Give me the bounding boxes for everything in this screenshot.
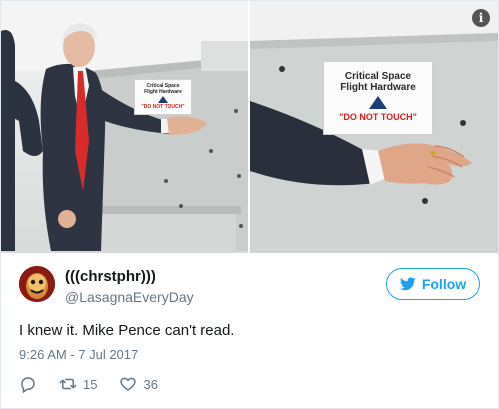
sign-left-line2: Flight Hardware [144, 89, 182, 95]
photo-left-scene [1, 1, 248, 253]
retweet-icon [59, 378, 77, 390]
reply-icon [21, 377, 35, 393]
tweet-text: I knew it. Mike Pence can't read. [19, 322, 235, 339]
follow-label: Follow [421, 276, 467, 292]
heart-icon [120, 377, 137, 391]
like-count: 36 [143, 376, 158, 392]
user-names: (((chrstphr))) @LasagnaEveryDay [65, 267, 194, 306]
do-not-touch-sign-right: Critical Space Flight Hardware "DO NOT T… [323, 61, 433, 135]
tweet-timestamp[interactable]: 9:26 AM - 7 Jul 2017 [19, 347, 138, 363]
media-photo-left[interactable]: Critical Space Flight Hardware "DO NOT T… [1, 1, 248, 253]
avatar[interactable] [19, 266, 55, 302]
follow-button[interactable]: Follow [386, 268, 480, 300]
nasa-triangle-icon [158, 96, 168, 103]
retweet-count: 15 [83, 376, 98, 392]
display-name[interactable]: (((chrstphr))) [65, 267, 194, 286]
media-photo-right[interactable]: Critical Space Flight Hardware "DO NOT T… [250, 1, 498, 253]
sign-right-warning: "DO NOT TOUCH" [339, 112, 417, 122]
avatar-image [19, 266, 55, 302]
info-icon[interactable]: i [472, 9, 490, 27]
twitter-bird-icon [399, 277, 416, 291]
tweet-header: (((chrstphr))) @LasagnaEveryDay Follow [19, 266, 482, 310]
sign-right-line2: Flight Hardware [340, 82, 416, 93]
nasa-triangle-icon [369, 96, 387, 109]
sign-left-warning: "DO NOT TOUCH" [141, 104, 185, 110]
tweet-actions: 15 36 [19, 373, 180, 395]
tweet-media[interactable]: Critical Space Flight Hardware "DO NOT T… [1, 1, 498, 253]
user-handle[interactable]: @LasagnaEveryDay [65, 288, 194, 306]
retweet-button[interactable]: 15 [59, 375, 97, 393]
like-button[interactable]: 36 [119, 375, 158, 393]
sign-right-line1: Critical Space [344, 71, 412, 82]
do-not-touch-sign-left: Critical Space Flight Hardware "DO NOT T… [134, 79, 192, 115]
reply-button[interactable] [19, 375, 37, 393]
tweet-card: Critical Space Flight Hardware "DO NOT T… [0, 0, 499, 409]
